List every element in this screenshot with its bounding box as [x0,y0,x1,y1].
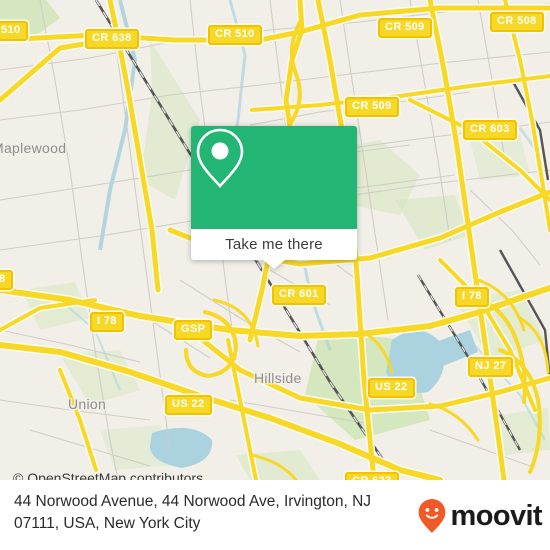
road-shield: I 78 [90,312,124,332]
map-marker-popup[interactable]: Take me there [191,126,357,269]
road-shield: US 22 [165,395,212,415]
road-shield: US 22 [368,378,415,398]
popup-header [191,126,357,229]
footer-bar: 44 Norwood Avenue, 44 Norwood Ave, Irvin… [0,480,550,550]
address-block: 44 Norwood Avenue, 44 Norwood Ave, Irvin… [14,491,414,535]
map-canvas[interactable]: Maplewood Union Hillside 510 CR 638 CR 5… [0,0,550,480]
place-label: Union [68,396,107,412]
road-shield: 510 [0,21,28,41]
moovit-logo[interactable]: moovit [417,498,543,534]
road-shield: 8 [0,270,13,290]
road-shield: I 78 [455,287,489,307]
road-shield: GSP [174,320,213,340]
road-shield: CR 601 [272,285,326,305]
moovit-smiley-pin-icon [418,499,445,533]
location-pin-icon [196,128,244,188]
road-shield: CR 509 [378,18,432,38]
popup-tail [263,260,285,269]
address-line-2: 07111, USA, New York City [14,515,201,532]
address-line-1: 44 Norwood Avenue, 44 Norwood Ave, Irvin… [14,493,372,510]
road-shield: CR 623 [345,472,399,480]
road-shield: CR 509 [345,97,399,117]
road-shield: CR 603 [463,120,517,140]
road-shield: NJ 27 [468,357,514,377]
place-label: Hillside [254,370,302,386]
take-me-there-button[interactable]: Take me there [191,229,357,260]
road-shield: CR 508 [490,12,544,32]
map-attribution: © OpenStreetMap contributors [13,470,204,480]
road-shield: CR 638 [85,29,139,49]
map-screenshot: Maplewood Union Hillside 510 CR 638 CR 5… [0,0,550,550]
place-label: Maplewood [0,140,67,156]
take-me-there-label: Take me there [225,236,323,253]
road-shield: CR 510 [208,25,262,45]
moovit-wordmark: moovit [450,499,543,532]
